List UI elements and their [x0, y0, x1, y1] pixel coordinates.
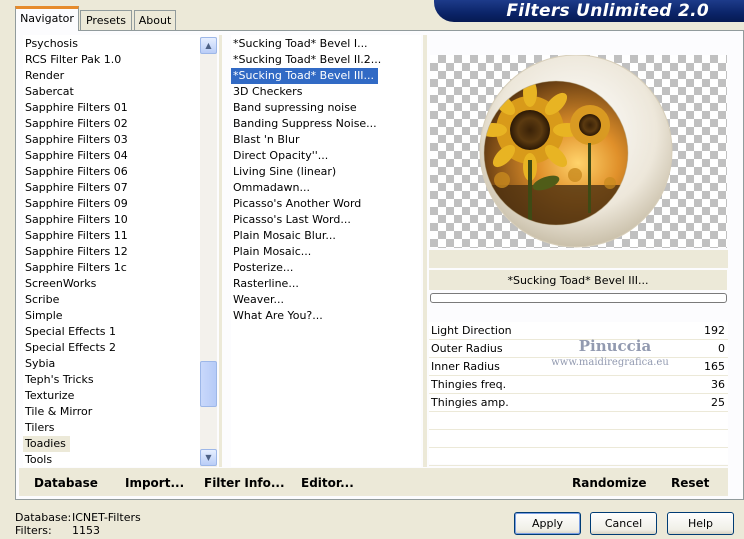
filter-item[interactable]: *Sucking Toad* Bevel I... [231, 36, 421, 52]
help-button[interactable]: Help [667, 512, 734, 535]
empty-param-row [429, 448, 728, 466]
status-filters-label: Filters: [15, 524, 52, 537]
scroll-down-arrow-icon[interactable]: ▼ [200, 449, 217, 466]
watermark-name: Pinuccia [578, 337, 652, 355]
filter-item[interactable]: *Sucking Toad* Bevel III... [231, 68, 379, 84]
filter-item[interactable]: Rasterline... [231, 276, 421, 292]
param-value[interactable]: 192 [704, 322, 725, 340]
filter-item[interactable]: Posterize... [231, 260, 421, 276]
filter-item[interactable]: Picasso's Another Word [231, 196, 421, 212]
empty-param-row [429, 430, 728, 448]
sunflower-preview-image [479, 54, 673, 248]
category-item[interactable]: Teph's Tricks [23, 372, 201, 388]
category-list[interactable]: Psychosis RCS Filter Pak 1.0 Render Saberca… [23, 35, 201, 467]
filter-item[interactable]: Blast 'n Blur [231, 132, 421, 148]
progress-bar [430, 293, 727, 303]
category-item[interactable]: Toadies [23, 436, 70, 452]
status-database-value: ICNET-Filters [72, 511, 141, 524]
current-filter-title: *Sucking Toad* Bevel III... [429, 270, 727, 290]
category-item[interactable]: Scribe [23, 292, 201, 308]
filter-item[interactable]: Banding Suppress Noise... [231, 116, 421, 132]
filter-item[interactable]: Weaver... [231, 292, 421, 308]
category-item[interactable]: Sapphire Filters 02 [23, 116, 201, 132]
category-item[interactable]: Special Effects 2 [23, 340, 201, 356]
preview-bottom-strip [429, 250, 728, 268]
param-row[interactable]: Thingies amp. 25 [429, 394, 728, 412]
param-value[interactable]: 165 [704, 358, 725, 376]
category-item[interactable]: RCS Filter Pak 1.0 [23, 52, 201, 68]
param-label: Inner Radius [431, 360, 500, 373]
category-item[interactable]: Sapphire Filters 06 [23, 164, 201, 180]
tab-navigator[interactable]: Navigator [15, 6, 79, 31]
category-item[interactable]: Sapphire Filters 09 [23, 196, 201, 212]
tab-about[interactable]: About [134, 10, 176, 30]
scrollbar-thumb[interactable] [200, 361, 217, 407]
preview-canvas [430, 54, 727, 248]
param-value[interactable]: 25 [711, 394, 725, 412]
category-item[interactable]: Sapphire Filters 1c [23, 260, 201, 276]
category-item[interactable]: Sabercat [23, 84, 201, 100]
category-scrollbar[interactable]: ▲ ▼ [200, 37, 217, 467]
category-item[interactable]: Texturize [23, 388, 201, 404]
filter-item[interactable]: What Are You?... [231, 308, 421, 324]
filter-info-button[interactable]: Filter Info... [204, 476, 285, 490]
category-item[interactable]: Psychosis [23, 36, 201, 52]
apply-button[interactable]: Apply [514, 512, 581, 535]
reset-button[interactable]: Reset [671, 476, 709, 490]
list-divider [219, 35, 222, 467]
category-item[interactable]: Sapphire Filters 11 [23, 228, 201, 244]
category-item[interactable]: Tools [23, 452, 201, 467]
category-item[interactable]: Tilers [23, 420, 201, 436]
filter-item[interactable]: 3D Checkers [231, 84, 421, 100]
category-item[interactable]: Sybia [23, 356, 201, 372]
category-item[interactable]: ScreenWorks [23, 276, 201, 292]
filter-item[interactable]: Living Sine (linear) [231, 164, 421, 180]
category-item[interactable]: Sapphire Filters 12 [23, 244, 201, 260]
filter-item[interactable]: Ommadawn... [231, 180, 421, 196]
param-row[interactable]: Thingies freq. 36 [429, 376, 728, 394]
tab-presets[interactable]: Presets [80, 10, 132, 30]
empty-param-row [429, 412, 728, 430]
filter-item[interactable]: Picasso's Last Word... [231, 212, 421, 228]
param-label: Light Direction [431, 324, 512, 337]
watermark-url: www.maidiregrafica.eu [551, 357, 669, 368]
category-item[interactable]: Simple [23, 308, 201, 324]
param-label: Thingies amp. [431, 396, 509, 409]
category-item[interactable]: Sapphire Filters 04 [23, 148, 201, 164]
scroll-up-arrow-icon[interactable]: ▲ [200, 37, 217, 54]
param-value[interactable]: 36 [711, 376, 725, 394]
category-item[interactable]: Sapphire Filters 07 [23, 180, 201, 196]
category-item[interactable]: Sapphire Filters 01 [23, 100, 201, 116]
filter-item[interactable]: Band supressing noise [231, 100, 421, 116]
filter-list[interactable]: *Sucking Toad* Bevel I... *Sucking Toad* … [231, 35, 421, 467]
app-title-banner: Filters Unlimited 2.0 [434, 0, 744, 22]
filter-item[interactable]: *Sucking Toad* Bevel II.2... [231, 52, 421, 68]
import-button[interactable]: Import... [125, 476, 184, 490]
status-database-label: Database: [15, 511, 72, 524]
param-value[interactable]: 0 [718, 340, 725, 358]
filter-item[interactable]: Plain Mosaic Blur... [231, 228, 421, 244]
filter-item[interactable]: Plain Mosaic... [231, 244, 421, 260]
database-button[interactable]: Database [34, 476, 98, 490]
cancel-button[interactable]: Cancel [590, 512, 657, 535]
category-item[interactable]: Special Effects 1 [23, 324, 201, 340]
param-label: Outer Radius [431, 342, 503, 355]
category-item[interactable]: Tile & Mirror [23, 404, 201, 420]
param-label: Thingies freq. [431, 378, 507, 391]
category-item[interactable]: Sapphire Filters 10 [23, 212, 201, 228]
category-item[interactable]: Sapphire Filters 03 [23, 132, 201, 148]
preview-divider [423, 35, 427, 467]
filter-item[interactable]: Direct Opacity''... [231, 148, 421, 164]
editor-button[interactable]: Editor... [301, 476, 354, 490]
status-filters-value: 1153 [72, 524, 100, 537]
category-item[interactable]: Render [23, 68, 201, 84]
randomize-button[interactable]: Randomize [572, 476, 646, 490]
